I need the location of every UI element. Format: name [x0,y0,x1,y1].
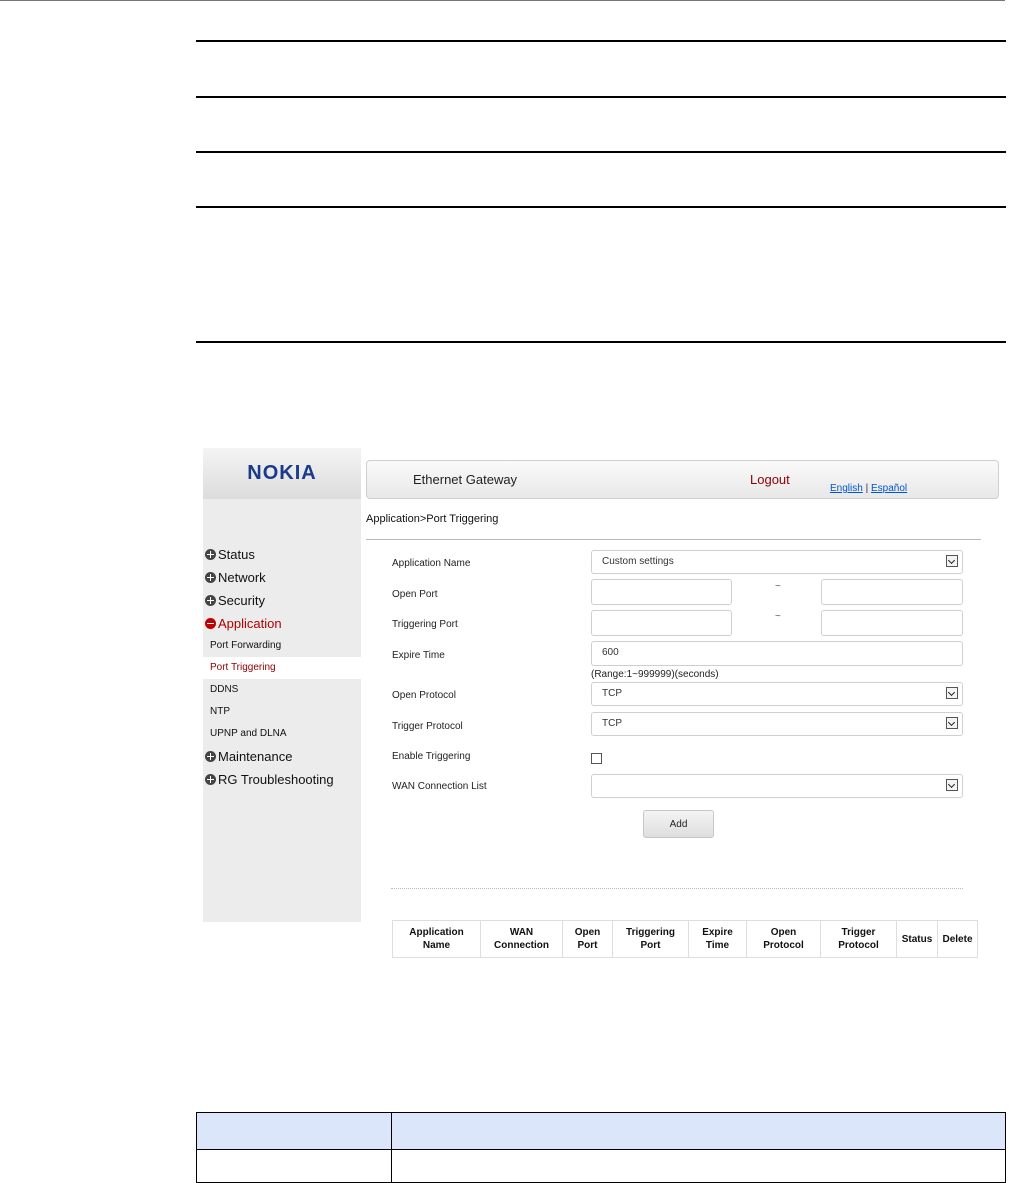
triggering-port-range-separator: ~ [775,611,781,622]
application-name-select[interactable]: Custom settings [591,550,963,574]
triggering-port-label: Triggering Port [392,619,458,630]
menu-security-label: Security [218,593,265,608]
column-header-trigger-protocol: Trigger Protocol [820,920,897,958]
trigger-protocol-value: TCP [602,718,622,729]
chevron-down-icon [946,555,958,567]
column-header-open-port: Open Port [562,920,613,958]
wan-connection-select[interactable] [591,774,963,798]
menu-status[interactable]: Status [203,543,361,566]
document-rule-3 [196,151,1006,153]
page-top-rule [0,0,1005,1]
menu-network[interactable]: Network [203,566,361,589]
table-row [196,1149,1006,1183]
sidebar-menu: Status Network Security Application Port… [203,543,361,791]
menu-maintenance[interactable]: Maintenance [203,745,361,768]
document-rule-4 [196,206,1006,208]
document-table [196,1112,1006,1183]
chevron-down-icon [946,717,958,729]
open-port-label: Open Port [392,589,438,600]
menu-security[interactable]: Security [203,589,361,612]
menu-rg-troubleshooting[interactable]: RG Troubleshooting [203,768,361,791]
espanol-link[interactable]: Español [871,483,907,494]
language-separator: | [865,483,869,494]
menu-application-label: Application [218,616,282,631]
nokia-logo: NOKIA [247,462,317,484]
chevron-down-icon [946,687,958,699]
gateway-screenshot: NOKIA Status Network Security Applicatio… [203,448,1003,973]
application-name-value: Custom settings [602,556,674,567]
menu-ddns[interactable]: DDNS [203,679,361,701]
open-protocol-label: Open Protocol [392,690,456,701]
breadcrumb-divider [366,539,981,540]
expire-time-range-hint: (Range:1~999999)(seconds) [591,669,719,680]
wan-connection-label: WAN Connection List [392,781,487,792]
menu-rg-troubleshooting-label: RG Troubleshooting [218,772,334,787]
menu-ntp[interactable]: NTP [203,701,361,723]
document-table-cell-1 [196,1149,392,1183]
dotted-divider [391,888,963,889]
chevron-down-icon [946,779,958,791]
enable-triggering-checkbox[interactable] [591,753,602,764]
plus-circle-icon [205,751,216,762]
triggering-port-end-input[interactable] [821,610,963,636]
column-header-delete: Delete [937,920,978,958]
menu-upnp-dlna[interactable]: UPNP and DLNA [203,723,361,745]
enable-triggering-label: Enable Triggering [392,751,471,762]
breadcrumb: Application>Port Triggering [366,513,499,525]
menu-network-label: Network [218,570,266,585]
menu-maintenance-label: Maintenance [218,749,293,764]
gateway-title: Ethernet Gateway [413,472,518,487]
application-name-label: Application Name [392,558,471,569]
document-table-header-row [196,1112,1006,1150]
column-header-wan-connection: WAN Connection [480,920,563,958]
logout-button[interactable]: Logout [750,472,790,487]
open-protocol-value: TCP [602,688,622,699]
open-protocol-select[interactable]: TCP [591,682,963,706]
menu-port-triggering[interactable]: Port Triggering [203,657,361,679]
menu-port-forwarding[interactable]: Port Forwarding [203,635,361,657]
plus-circle-icon [205,774,216,785]
column-header-status: Status [896,920,938,958]
open-port-end-input[interactable] [821,579,963,605]
document-rule-2 [196,96,1006,98]
trigger-protocol-label: Trigger Protocol [392,721,463,732]
triggering-port-start-input[interactable] [591,610,732,636]
expire-time-input[interactable]: 600 [591,641,963,666]
document-table-header-cell-1 [196,1112,392,1150]
trigger-protocol-select[interactable]: TCP [591,712,963,736]
table-header-row: Application Name WAN Connection Open Port T… [392,920,978,958]
plus-circle-icon [205,595,216,606]
document-table-cell-2 [391,1149,1006,1183]
column-header-expire-time: Expire Time [688,920,747,958]
expire-time-value: 600 [602,647,619,658]
minus-circle-icon [205,618,216,629]
menu-application[interactable]: Application [203,612,361,635]
document-rule-1 [196,40,1006,42]
column-header-application-name: Application Name [392,920,481,958]
logo-header: NOKIA [203,448,361,499]
document-rule-5 [196,341,1006,343]
expire-time-label: Expire Time [392,650,445,661]
port-triggering-rules-table: Application Name WAN Connection Open Port T… [392,920,978,958]
top-bar: Ethernet Gateway Logout English | Españo… [366,460,999,499]
sidebar: NOKIA Status Network Security Applicatio… [203,448,361,922]
language-switcher: English | Español [830,483,907,494]
column-header-open-protocol: Open Protocol [746,920,821,958]
add-button[interactable]: Add [643,810,714,838]
english-link[interactable]: English [830,483,863,494]
menu-status-label: Status [218,547,255,562]
document-table-header-cell-2 [391,1112,1006,1150]
column-header-triggering-port: Triggering Port [612,920,689,958]
plus-circle-icon [205,572,216,583]
plus-circle-icon [205,549,216,560]
open-port-start-input[interactable] [591,579,732,605]
open-port-range-separator: ~ [775,581,781,592]
